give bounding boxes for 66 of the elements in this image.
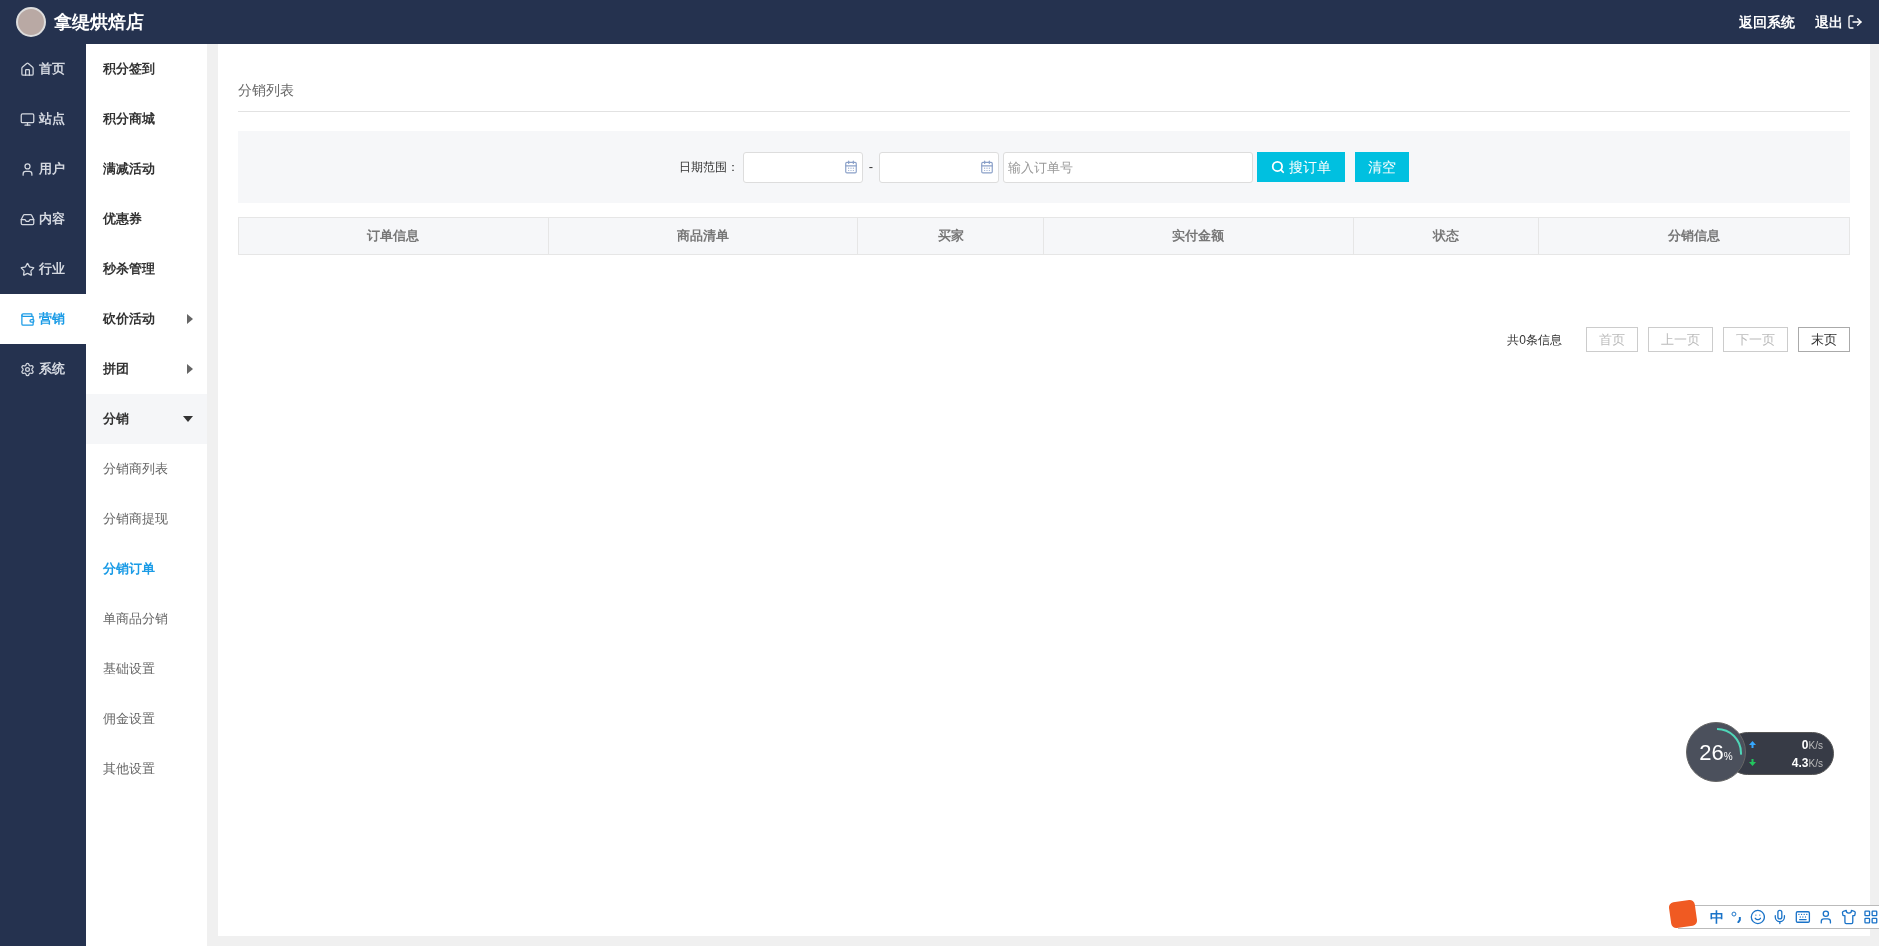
- ime-mode: 中: [1710, 907, 1724, 927]
- download-unit: K/s: [1808, 756, 1823, 771]
- caret-icon: [187, 364, 193, 374]
- order-number-field[interactable]: 输入订单号: [1003, 151, 1254, 183]
- calendar-icon: [980, 160, 995, 174]
- subnav-child[interactable]: 单商品分销: [86, 594, 207, 644]
- nav-icon: [20, 361, 35, 377]
- nav-item[interactable]: 首页: [0, 44, 86, 94]
- keyboard-icon: [1795, 909, 1811, 925]
- column-header: 订单信息: [239, 218, 549, 254]
- subnav-child[interactable]: 分销商提现: [86, 494, 207, 544]
- cpu-percent: 26: [1699, 738, 1724, 767]
- subnav-child[interactable]: 分销商列表: [86, 444, 207, 494]
- column-header: 商品清单: [548, 218, 859, 254]
- column-header: 分销信息: [1667, 227, 1722, 246]
- end-date-field[interactable]: [879, 151, 1000, 183]
- page-button[interactable]: 末页: [1798, 327, 1850, 352]
- logout-link[interactable]: 退出: [1815, 11, 1863, 33]
- nav-icon: [20, 261, 35, 277]
- subnav-item[interactable]: 拼团: [86, 344, 207, 394]
- subnav-item[interactable]: 积分商城: [86, 94, 207, 144]
- subnav-item[interactable]: 积分签到: [86, 44, 207, 94]
- upload-unit: K/s: [1808, 738, 1823, 753]
- nav-icon: [20, 161, 35, 177]
- page-title: 分销列表: [238, 82, 294, 98]
- nav-item[interactable]: 系统: [0, 344, 86, 394]
- nav-item[interactable]: 内容: [0, 194, 86, 244]
- calendar-icon: [843, 160, 858, 174]
- caret-icon: [183, 416, 193, 422]
- nav-icon: [20, 211, 35, 227]
- subnav-item[interactable]: 优惠券: [86, 194, 207, 244]
- record-count: 共0条信息: [1507, 331, 1562, 349]
- subnav-item[interactable]: 分销: [86, 394, 207, 444]
- back-link[interactable]: 返回系统: [1739, 11, 1795, 33]
- nav-item[interactable]: 站点: [0, 94, 86, 144]
- subnav-item[interactable]: 砍价活动: [86, 294, 207, 344]
- upload-speed: 0: [1801, 736, 1809, 754]
- punctuation-icon: [1731, 911, 1743, 923]
- shirt-icon: [1840, 909, 1857, 925]
- subnav-child[interactable]: 基础设置: [86, 644, 207, 694]
- column-header: 状态: [1353, 218, 1540, 254]
- download-speed: 4.3: [1791, 754, 1809, 772]
- nav-icon: [20, 311, 35, 327]
- nav-icon: [20, 111, 35, 127]
- emoji-icon: [1749, 909, 1766, 925]
- nav-icon: [20, 61, 35, 77]
- subnav-child[interactable]: 佣金设置: [86, 694, 207, 744]
- shop-name: 拿缇烘焙店: [54, 10, 144, 34]
- date-separator: -: [868, 158, 874, 177]
- caret-icon: [187, 314, 193, 324]
- upload-arrow-icon: [1749, 741, 1756, 748]
- column-header: 买家: [858, 218, 1044, 254]
- download-arrow-icon: [1749, 759, 1756, 766]
- date-range-label: 日期范围：: [678, 159, 739, 176]
- nav-item[interactable]: 用户: [0, 144, 86, 194]
- nav-item[interactable]: 行业: [0, 244, 86, 294]
- grid-icon: [1863, 909, 1879, 925]
- percent-sign: %: [1723, 750, 1733, 764]
- column-header: 实付金额: [1044, 218, 1354, 254]
- subnav-item[interactable]: 满减活动: [86, 144, 207, 194]
- search-icon: [1271, 160, 1286, 174]
- start-date-field[interactable]: [742, 151, 863, 183]
- shop-avatar: [16, 7, 46, 37]
- subnav-item[interactable]: 秒杀管理: [86, 244, 207, 294]
- logout-icon: [1847, 14, 1863, 30]
- subnav-child[interactable]: 其他设置: [86, 744, 207, 794]
